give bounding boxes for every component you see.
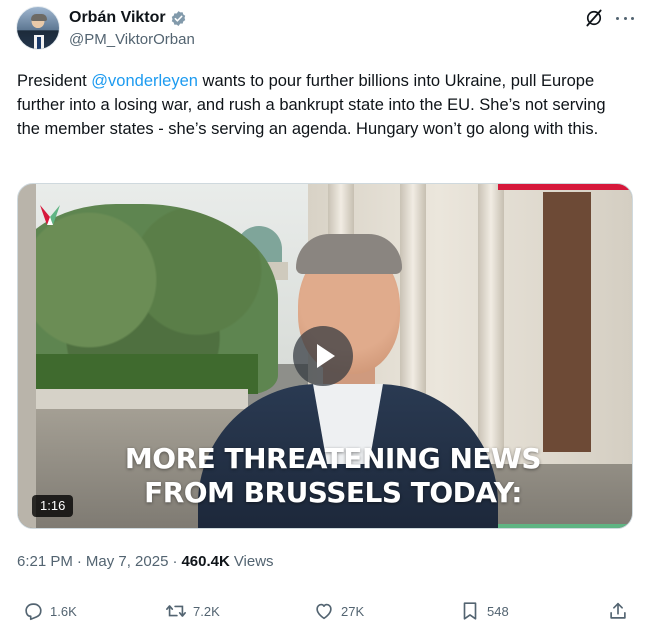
reply-icon xyxy=(25,603,42,621)
video-scene-door xyxy=(543,192,591,452)
meta-separator: · xyxy=(76,553,82,570)
repost-icon xyxy=(166,605,186,617)
avatar[interactable] xyxy=(16,6,60,50)
mention-link[interactable]: @vonderleyen xyxy=(91,72,198,90)
tweet-card: Orbán Viktor @PM_ViktorOrban President @… xyxy=(0,0,653,637)
video-scene-left-pillar xyxy=(18,184,36,528)
tweet-date[interactable]: May 7, 2025 xyxy=(86,553,169,570)
like-count: 27K xyxy=(341,603,365,619)
tweet-meta: 6:21 PM · May 7, 2025 · 460.4K Views xyxy=(17,553,274,570)
author-handle[interactable]: @PM_ViktorOrban xyxy=(69,31,195,48)
video-caption-line-2: FROM BRUSSELS TODAY: xyxy=(144,476,522,509)
share-button[interactable] xyxy=(607,600,629,622)
tweet-text: President @vonderleyen wants to pour fur… xyxy=(17,69,617,141)
more-icon[interactable] xyxy=(616,10,634,26)
action-bar: 1.6K 7.2K 27K 548 xyxy=(0,600,653,630)
bookmark-button[interactable]: 548 xyxy=(459,600,509,622)
author-display-name[interactable]: Orbán Viktor xyxy=(69,9,166,27)
video-player[interactable]: MORE THREATENING NEWS FROM BRUSSELS TODA… xyxy=(17,183,633,529)
share-icon xyxy=(610,602,626,619)
repost-count: 7.2K xyxy=(193,603,220,619)
grok-icon[interactable] xyxy=(584,8,604,28)
repost-button[interactable]: 7.2K xyxy=(165,600,220,622)
avatar-hair xyxy=(31,14,47,21)
play-icon[interactable] xyxy=(293,326,353,386)
brand-stripe-red xyxy=(498,184,632,190)
views-label: Views xyxy=(233,553,274,570)
brand-stripe-green xyxy=(498,524,632,528)
views-count: 460.4K xyxy=(181,553,230,570)
bookmark-icon xyxy=(463,602,477,620)
reply-count: 1.6K xyxy=(50,603,77,619)
tweet-time[interactable]: 6:21 PM xyxy=(17,553,73,570)
avatar-tie xyxy=(37,37,41,49)
verified-badge-icon xyxy=(171,10,185,26)
like-button[interactable]: 27K xyxy=(313,600,364,622)
bookmark-count: 548 xyxy=(487,603,509,619)
video-caption-line-1: MORE THREATENING NEWS xyxy=(124,442,542,475)
reply-button[interactable]: 1.6K xyxy=(22,600,77,622)
meta-separator: · xyxy=(172,553,178,570)
video-duration-badge: 1:16 xyxy=(32,495,74,517)
author-name-row: Orbán Viktor xyxy=(69,9,187,27)
channel-logo-icon xyxy=(40,205,60,225)
tweet-text-before-mention: President xyxy=(17,72,92,90)
video-caption: MORE THREATENING NEWS FROM BRUSSELS TODA… xyxy=(73,442,593,510)
heart-icon xyxy=(316,603,332,620)
